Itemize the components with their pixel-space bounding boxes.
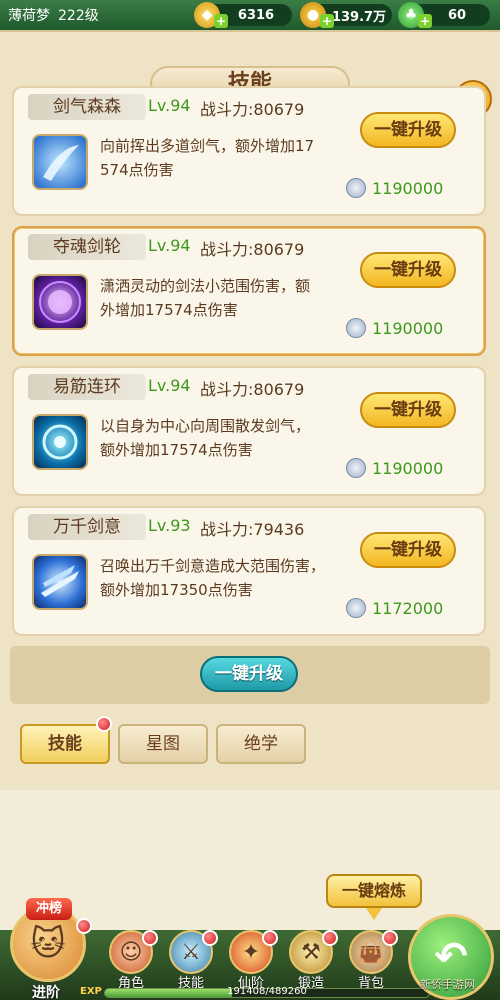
skill-desc-line: 外增加17574点伤害 [100, 301, 238, 319]
skill-description: 潇洒灵动的剑法小范围伤害，额 外增加17574点伤害 [100, 274, 350, 322]
skill-name: 剑气森森 [28, 94, 146, 120]
cost-value: 1190000 [372, 318, 444, 338]
upgrade-cost: 1190000 [346, 458, 443, 478]
skill-level: Lv.93 [148, 516, 191, 535]
notification-dot [202, 930, 218, 946]
watermark-text: 新侨手游网 [420, 978, 475, 991]
player-name: 薄荷梦 [8, 8, 50, 24]
jade-counter[interactable]: ♣ + 60 [398, 2, 490, 28]
cost-value: 1190000 [372, 458, 444, 478]
cost-value: 1172000 [372, 598, 444, 618]
notification-dot [262, 930, 278, 946]
skill-desc-line: 额外增加17574点伤害 [100, 441, 253, 459]
skill-desc-line: 潇洒灵动的剑法小范围伤害，额 [100, 277, 311, 295]
exp-text: 191408/489260 [227, 986, 307, 997]
skill-name: 夺魂剑轮 [28, 234, 146, 260]
tab-skills[interactable]: 技能 [20, 724, 110, 764]
all-upgrade-strip: 一键升级 [10, 646, 490, 704]
advance-label: 进阶 [32, 985, 60, 1000]
skill-level: Lv.94 [148, 236, 191, 255]
skill-description: 向前挥出多道剑气，额外增加17 574点伤害 [100, 134, 350, 182]
silver-coin-icon [346, 598, 366, 618]
notification-dot [322, 930, 338, 946]
skill-description: 召唤出万千剑意造成大范围伤害， 额外增加17350点伤害 [100, 554, 350, 602]
skill-description: 以自身为中心向周围散发剑气， 额外增加17574点伤害 [100, 414, 350, 462]
silver-coin-icon [346, 318, 366, 338]
arrow-down-icon [366, 908, 382, 920]
silver-coin-icon [346, 458, 366, 478]
silver-coin-icon [346, 178, 366, 198]
add-jade-icon[interactable]: + [418, 14, 432, 28]
add-gold-icon[interactable]: + [214, 14, 228, 28]
upgrade-button[interactable]: 一键升级 [360, 532, 456, 568]
skill-card: 万千剑意 Lv.93 战斗力:79436 召唤出万千剑意造成大范围伤害， 额外增… [12, 506, 486, 636]
sword-ring-icon [32, 414, 88, 470]
skill-name: 易筋连环 [28, 374, 146, 400]
notification-dot [382, 930, 398, 946]
upgrade-button[interactable]: 一键升级 [360, 252, 456, 288]
myriad-swords-icon [32, 554, 88, 610]
jade-value: 60 [447, 7, 467, 23]
notification-dot [142, 930, 158, 946]
coin-value: 139.7万 [331, 9, 387, 25]
skill-power: 战斗力:80679 [200, 100, 305, 119]
skill-name: 万千剑意 [28, 514, 146, 540]
player-level: 222级 [58, 8, 99, 24]
cat-hero-icon: 🐱 [30, 924, 66, 964]
skill-power: 战斗力:80679 [200, 240, 305, 259]
rank-badge[interactable]: 冲榜 [26, 898, 72, 920]
skill-desc-line: 574点伤害 [100, 161, 174, 179]
skill-card: 易筋连环 Lv.94 战斗力:80679 以自身为中心向周围散发剑气， 额外增加… [12, 366, 486, 496]
skill-level: Lv.94 [148, 376, 191, 395]
skill-level: Lv.94 [148, 96, 191, 115]
sword-wave-icon [32, 134, 88, 190]
soul-wheel-icon [32, 274, 88, 330]
skill-desc-line: 向前挥出多道剑气，额外增加17 [100, 137, 315, 155]
upgrade-cost: 1190000 [346, 318, 443, 338]
coin-counter[interactable]: ● + 139.7万 [300, 2, 392, 28]
upgrade-button[interactable]: 一键升级 [360, 112, 456, 148]
tab-ultimate[interactable]: 绝学 [216, 724, 306, 764]
notification-dot [76, 918, 92, 934]
gold-ingot-counter[interactable]: ◆ + 6316 [194, 2, 292, 28]
skill-desc-line: 召唤出万千剑意造成大范围伤害， [100, 557, 326, 575]
smelt-all-button[interactable]: 一键熔炼 [326, 874, 422, 908]
skill-card-selected[interactable]: 夺魂剑轮 Lv.94 战斗力:80679 潇洒灵动的剑法小范围伤害，额 外增加1… [12, 226, 486, 356]
skill-card: 剑气森森 Lv.94 战斗力:80679 向前挥出多道剑气，额外增加17 574… [12, 86, 486, 216]
cost-value: 1190000 [372, 178, 444, 198]
upgrade-cost: 1190000 [346, 178, 443, 198]
skill-power: 战斗力:80679 [200, 380, 305, 399]
skill-panel: 技能 ✕ 剑气森森 Lv.94 战斗力:80679 向前挥出多道剑气，额外增加1… [0, 30, 500, 790]
upgrade-all-button[interactable]: 一键升级 [200, 656, 298, 692]
skill-desc-line: 额外增加17350点伤害 [100, 581, 253, 599]
upgrade-cost: 1172000 [346, 598, 443, 618]
notification-dot [96, 716, 112, 732]
tab-star-map[interactable]: 星图 [118, 724, 208, 764]
upgrade-button[interactable]: 一键升级 [360, 392, 456, 428]
return-arrow-icon: ↶ [434, 934, 468, 980]
add-coin-icon[interactable]: + [320, 14, 334, 28]
exp-tag: EXP [80, 986, 102, 997]
gold-value: 6316 [237, 7, 275, 23]
skill-desc-line: 以自身为中心向周围散发剑气， [100, 417, 311, 435]
skill-power: 战斗力:79436 [200, 520, 305, 539]
